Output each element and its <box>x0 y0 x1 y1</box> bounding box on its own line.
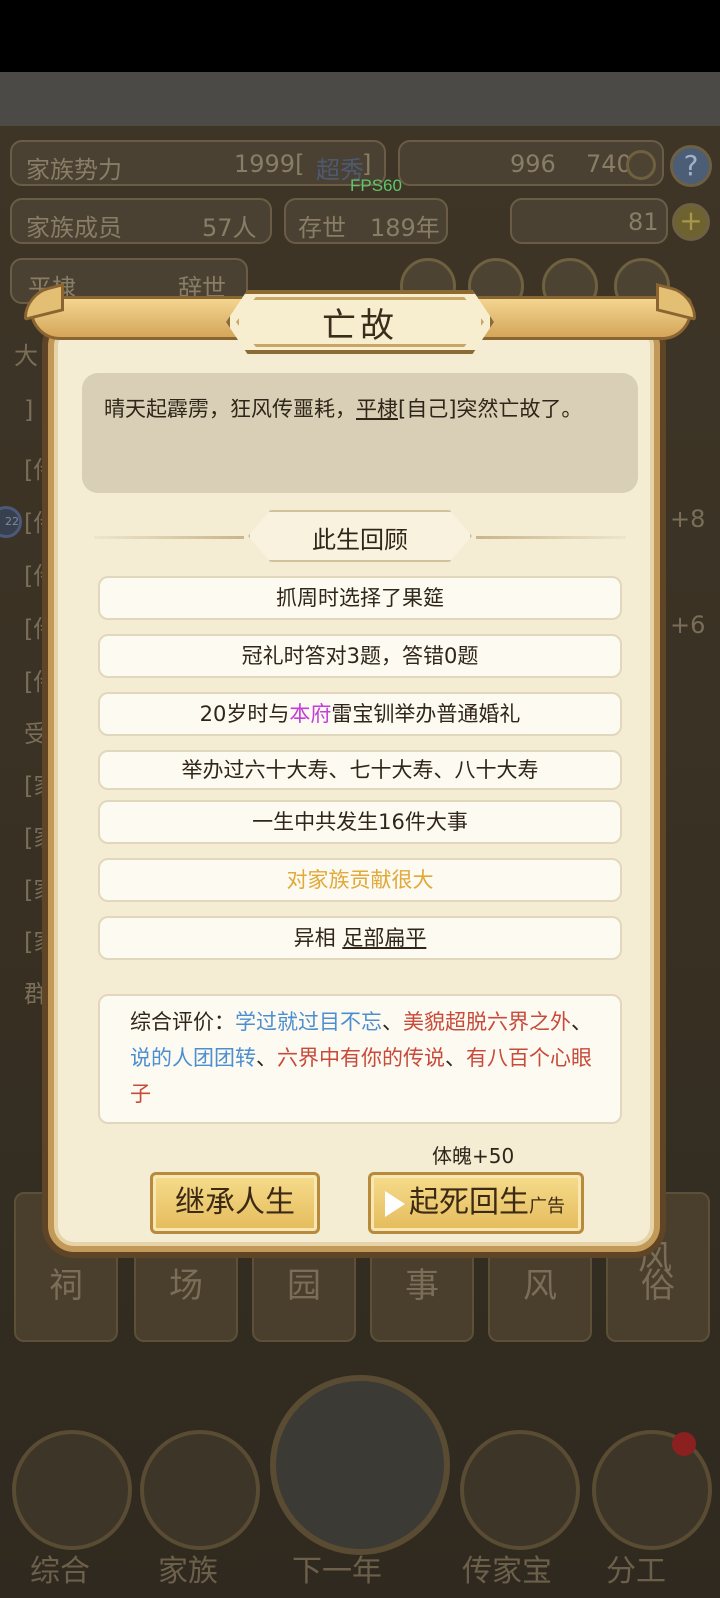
play-ad-icon <box>385 1191 405 1217</box>
evaluation-text: 综合评价：学过就过目不忘、美貌超脱六界之外、说的人团团转、六界中有你的传说、有八… <box>130 1004 600 1112</box>
review-row-birthdays: 举办过六十大寿、七十大寿、八十大寿 <box>98 750 622 790</box>
revive-button[interactable]: 起死回生 广告 <box>368 1172 584 1234</box>
gold-value: 81 <box>628 208 659 236</box>
death-message-post: [自己]突然亡故了。 <box>398 397 583 421</box>
nav-general-icon[interactable] <box>12 1430 132 1550</box>
nav-heirloom-label[interactable]: 传家宝 <box>462 1546 552 1590</box>
revive-label: 起死回生 <box>409 1185 529 1220</box>
trait-label: 异相 <box>293 926 336 950</box>
trait-value-link[interactable]: 足部扁平 <box>342 926 426 950</box>
ad-tag: 广告 <box>529 1196 565 1217</box>
add-gold-icon[interactable]: + <box>672 203 710 241</box>
fps-counter: FPS60 <box>350 176 402 195</box>
eval-trait: 说的人团团转 <box>130 1046 256 1070</box>
death-message: 晴天起霹雳，狂风传噩耗，平棣[自己]突然亡故了。 <box>104 392 604 426</box>
family-members-label: 家族成员 <box>26 214 122 242</box>
deceased-name-link[interactable]: 平棣 <box>356 397 398 421</box>
section-divider-left <box>94 536 244 539</box>
marriage-post: 雷宝钏举办普通婚礼 <box>331 702 521 726</box>
family-members-pill[interactable]: 家族成员 57人 <box>10 198 272 244</box>
currency-pill[interactable]: 996 740 <box>398 140 664 186</box>
stat-a: 996 <box>510 150 556 178</box>
nav-next-year-label[interactable]: 下一年 <box>292 1546 382 1590</box>
review-row-contribution: 对家族贡献很大 <box>98 858 622 902</box>
death-message-box <box>82 373 638 493</box>
alive-value: 189年 <box>370 214 440 242</box>
nav-division-label[interactable]: 分工 <box>606 1546 666 1590</box>
gold-pill[interactable]: 81 <box>510 198 668 244</box>
bg-list-fragment: ] <box>24 396 34 424</box>
nav-heirloom-icon[interactable] <box>460 1430 580 1550</box>
bg-list-fragment: +8 <box>670 505 706 533</box>
eval-label: 综合评价： <box>130 1010 235 1034</box>
bg-tile-label: 园 <box>287 1266 321 1306</box>
eval-sep: 、 <box>382 1010 403 1034</box>
revive-bonus: 体魄+50 <box>432 1144 515 1168</box>
nav-family-icon[interactable] <box>140 1430 260 1550</box>
stat-b: 740 <box>586 150 632 178</box>
coin-icon <box>626 150 656 180</box>
marriage-highlight: 本府 <box>289 702 332 726</box>
life-review-title: 此生回顾 <box>312 526 408 554</box>
eval-sep: 、 <box>571 1010 592 1034</box>
review-row-guanli: 冠礼时答对3题，答错0题 <box>98 634 622 678</box>
eval-sep: 、 <box>445 1046 466 1070</box>
bg-tile-label: 场 <box>169 1266 203 1306</box>
eval-trait: 学过就过目不忘 <box>235 1010 382 1034</box>
bg-list-fragment: 受 <box>24 720 48 748</box>
nav-general-label[interactable]: 综合 <box>30 1546 90 1590</box>
review-row-events: 一生中共发生16件大事 <box>98 800 622 844</box>
eval-sep: 、 <box>256 1046 277 1070</box>
eval-trait: 美貌超脱六界之外 <box>403 1010 571 1034</box>
inherit-life-button[interactable]: 继承人生 <box>150 1172 320 1234</box>
family-power-label: 家族势力 <box>26 156 122 184</box>
alive-pill[interactable]: 存世 189年 <box>284 198 448 244</box>
dialog-title: 亡故 <box>322 306 398 346</box>
bg-tile-label: 祠 <box>49 1266 83 1306</box>
section-divider-right <box>476 536 626 539</box>
family-members-value: 57人 <box>202 214 257 242</box>
alive-label: 存世 <box>298 214 346 242</box>
notification-dot <box>672 1432 696 1456</box>
help-icon[interactable]: ? <box>670 145 712 187</box>
death-message-pre: 晴天起霹雳，狂风传噩耗， <box>104 397 356 421</box>
eval-trait: 六界中有你的传说 <box>277 1046 445 1070</box>
status-bar <box>0 0 720 72</box>
marriage-pre: 20岁时与 <box>199 702 290 726</box>
bg-list-fragment: 群 <box>24 980 48 1008</box>
family-power-close: ] <box>362 150 372 178</box>
bg-list-fragment: 大 <box>14 342 38 370</box>
review-row-zhuazhou: 抓周时选择了果筵 <box>98 576 622 620</box>
review-row-trait: 异相 足部扁平 <box>98 916 622 960</box>
review-row-marriage: 20岁时与本府雷宝钏举办普通婚礼 <box>98 692 622 736</box>
bg-tile-label: 风 <box>523 1266 557 1306</box>
top-band <box>0 72 720 126</box>
family-power-pill[interactable]: 家族势力 1999[ 超秀 ] <box>10 140 386 186</box>
family-power-value: 1999[ <box>234 150 305 178</box>
nav-family-label[interactable]: 家族 <box>158 1546 218 1590</box>
nav-next-year-icon[interactable] <box>270 1375 450 1555</box>
bg-tile-label: 事 <box>405 1266 439 1306</box>
bg-list-fragment: +6 <box>670 611 706 639</box>
